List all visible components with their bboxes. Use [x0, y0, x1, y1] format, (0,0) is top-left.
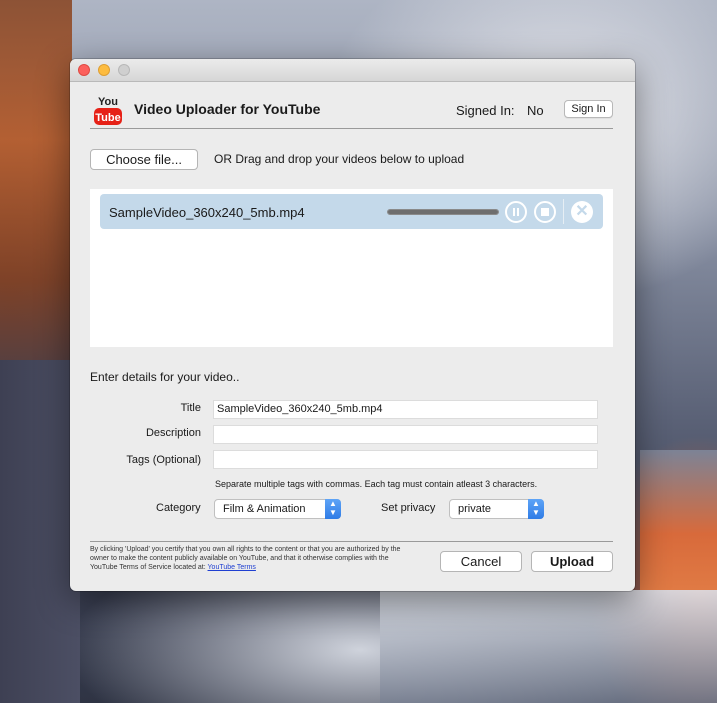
chevron-updown-icon: ▲ ▼ — [528, 499, 544, 519]
svg-text:You: You — [98, 96, 118, 108]
cancel-button[interactable]: Cancel — [440, 551, 522, 572]
category-select[interactable]: Film & Animation ▲ ▼ — [214, 499, 341, 519]
description-field[interactable] — [213, 425, 598, 444]
upload-queue-item[interactable]: SampleVideo_360x240_5mb.mp4 ✕ — [100, 194, 603, 229]
title-bar[interactable] — [70, 59, 635, 82]
tags-hint: Separate multiple tags with commas. Each… — [215, 479, 538, 489]
video-drop-zone[interactable]: SampleVideo_360x240_5mb.mp4 ✕ — [90, 189, 613, 347]
pause-icon[interactable] — [505, 201, 527, 223]
tags-field[interactable] — [213, 450, 598, 469]
sign-in-button[interactable]: Sign In — [564, 100, 613, 118]
chevron-updown-icon: ▲ ▼ — [325, 499, 341, 519]
upload-progress-fill — [388, 210, 498, 214]
wallpaper-peak — [640, 450, 717, 590]
category-label: Category — [156, 502, 201, 514]
svg-text:Tube: Tube — [95, 112, 120, 124]
app-title: Video Uploader for YouTube — [134, 101, 321, 117]
minimize-window-button[interactable] — [98, 64, 110, 76]
description-label: Description — [145, 427, 201, 439]
signed-in-label: Signed In: — [456, 103, 515, 118]
footer-divider — [90, 541, 613, 542]
tags-label: Tags (Optional) — [126, 454, 201, 466]
wallpaper-ridge — [0, 360, 80, 703]
wallpaper-cliff — [0, 0, 72, 400]
title-label: Title — [180, 402, 201, 414]
upload-button[interactable]: Upload — [531, 551, 613, 572]
header-divider — [90, 128, 613, 129]
privacy-label: Set privacy — [381, 502, 436, 514]
remove-icon[interactable]: ✕ — [571, 201, 593, 223]
drag-drop-hint: OR Drag and drop your videos below to up… — [214, 152, 465, 166]
stop-icon[interactable] — [534, 201, 556, 223]
upload-progress-bar — [387, 209, 499, 215]
details-heading: Enter details for your video.. — [90, 370, 240, 384]
youtube-logo-icon: You Tube — [94, 96, 122, 125]
row-divider — [563, 199, 564, 224]
wallpaper-snow — [380, 590, 717, 703]
signed-in-status: No — [527, 103, 544, 118]
privacy-value: private — [458, 503, 492, 515]
choose-file-button[interactable]: Choose file... — [90, 149, 198, 170]
youtube-terms-link[interactable]: YouTube Terms — [208, 564, 256, 571]
zoom-window-button[interactable] — [118, 64, 130, 76]
terms-disclaimer: By clicking 'Upload' you certify that yo… — [90, 545, 410, 572]
close-window-button[interactable] — [78, 64, 90, 76]
file-name: SampleVideo_360x240_5mb.mp4 — [109, 205, 305, 220]
title-field[interactable]: SampleVideo_360x240_5mb.mp4 — [213, 400, 598, 419]
privacy-select[interactable]: private ▲ ▼ — [449, 499, 544, 519]
app-window: You Tube Video Uploader for YouTube Sign… — [70, 59, 635, 591]
category-value: Film & Animation — [223, 503, 306, 515]
